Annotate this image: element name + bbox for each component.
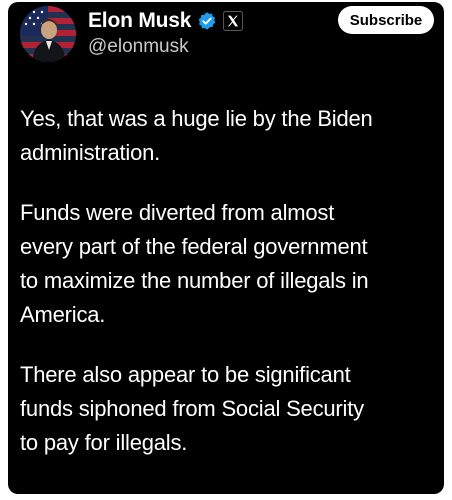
avatar[interactable] [20, 6, 76, 62]
subscribe-button[interactable]: Subscribe [338, 6, 434, 34]
author-name-row: Elon Musk [88, 8, 244, 34]
post-body: Yes, that was a huge lie by the Biden ad… [20, 102, 440, 460]
author-handle[interactable]: @elonmusk [88, 36, 189, 58]
post-paragraph: Yes, that was a huge lie by the Biden ad… [20, 106, 373, 165]
verified-badge-icon [197, 11, 217, 31]
post-header: Elon Musk @elonmusk Subscribe [8, 2, 444, 72]
post-paragraph: There also appear to be significant fund… [20, 362, 364, 455]
post-card: Elon Musk @elonmusk Subscribe Yes, that … [8, 2, 444, 494]
author-display-name[interactable]: Elon Musk [88, 9, 191, 33]
post-paragraph: Funds were diverted from almost every pa… [20, 200, 369, 327]
avatar-image [20, 6, 76, 62]
x-logo-icon [223, 11, 244, 31]
